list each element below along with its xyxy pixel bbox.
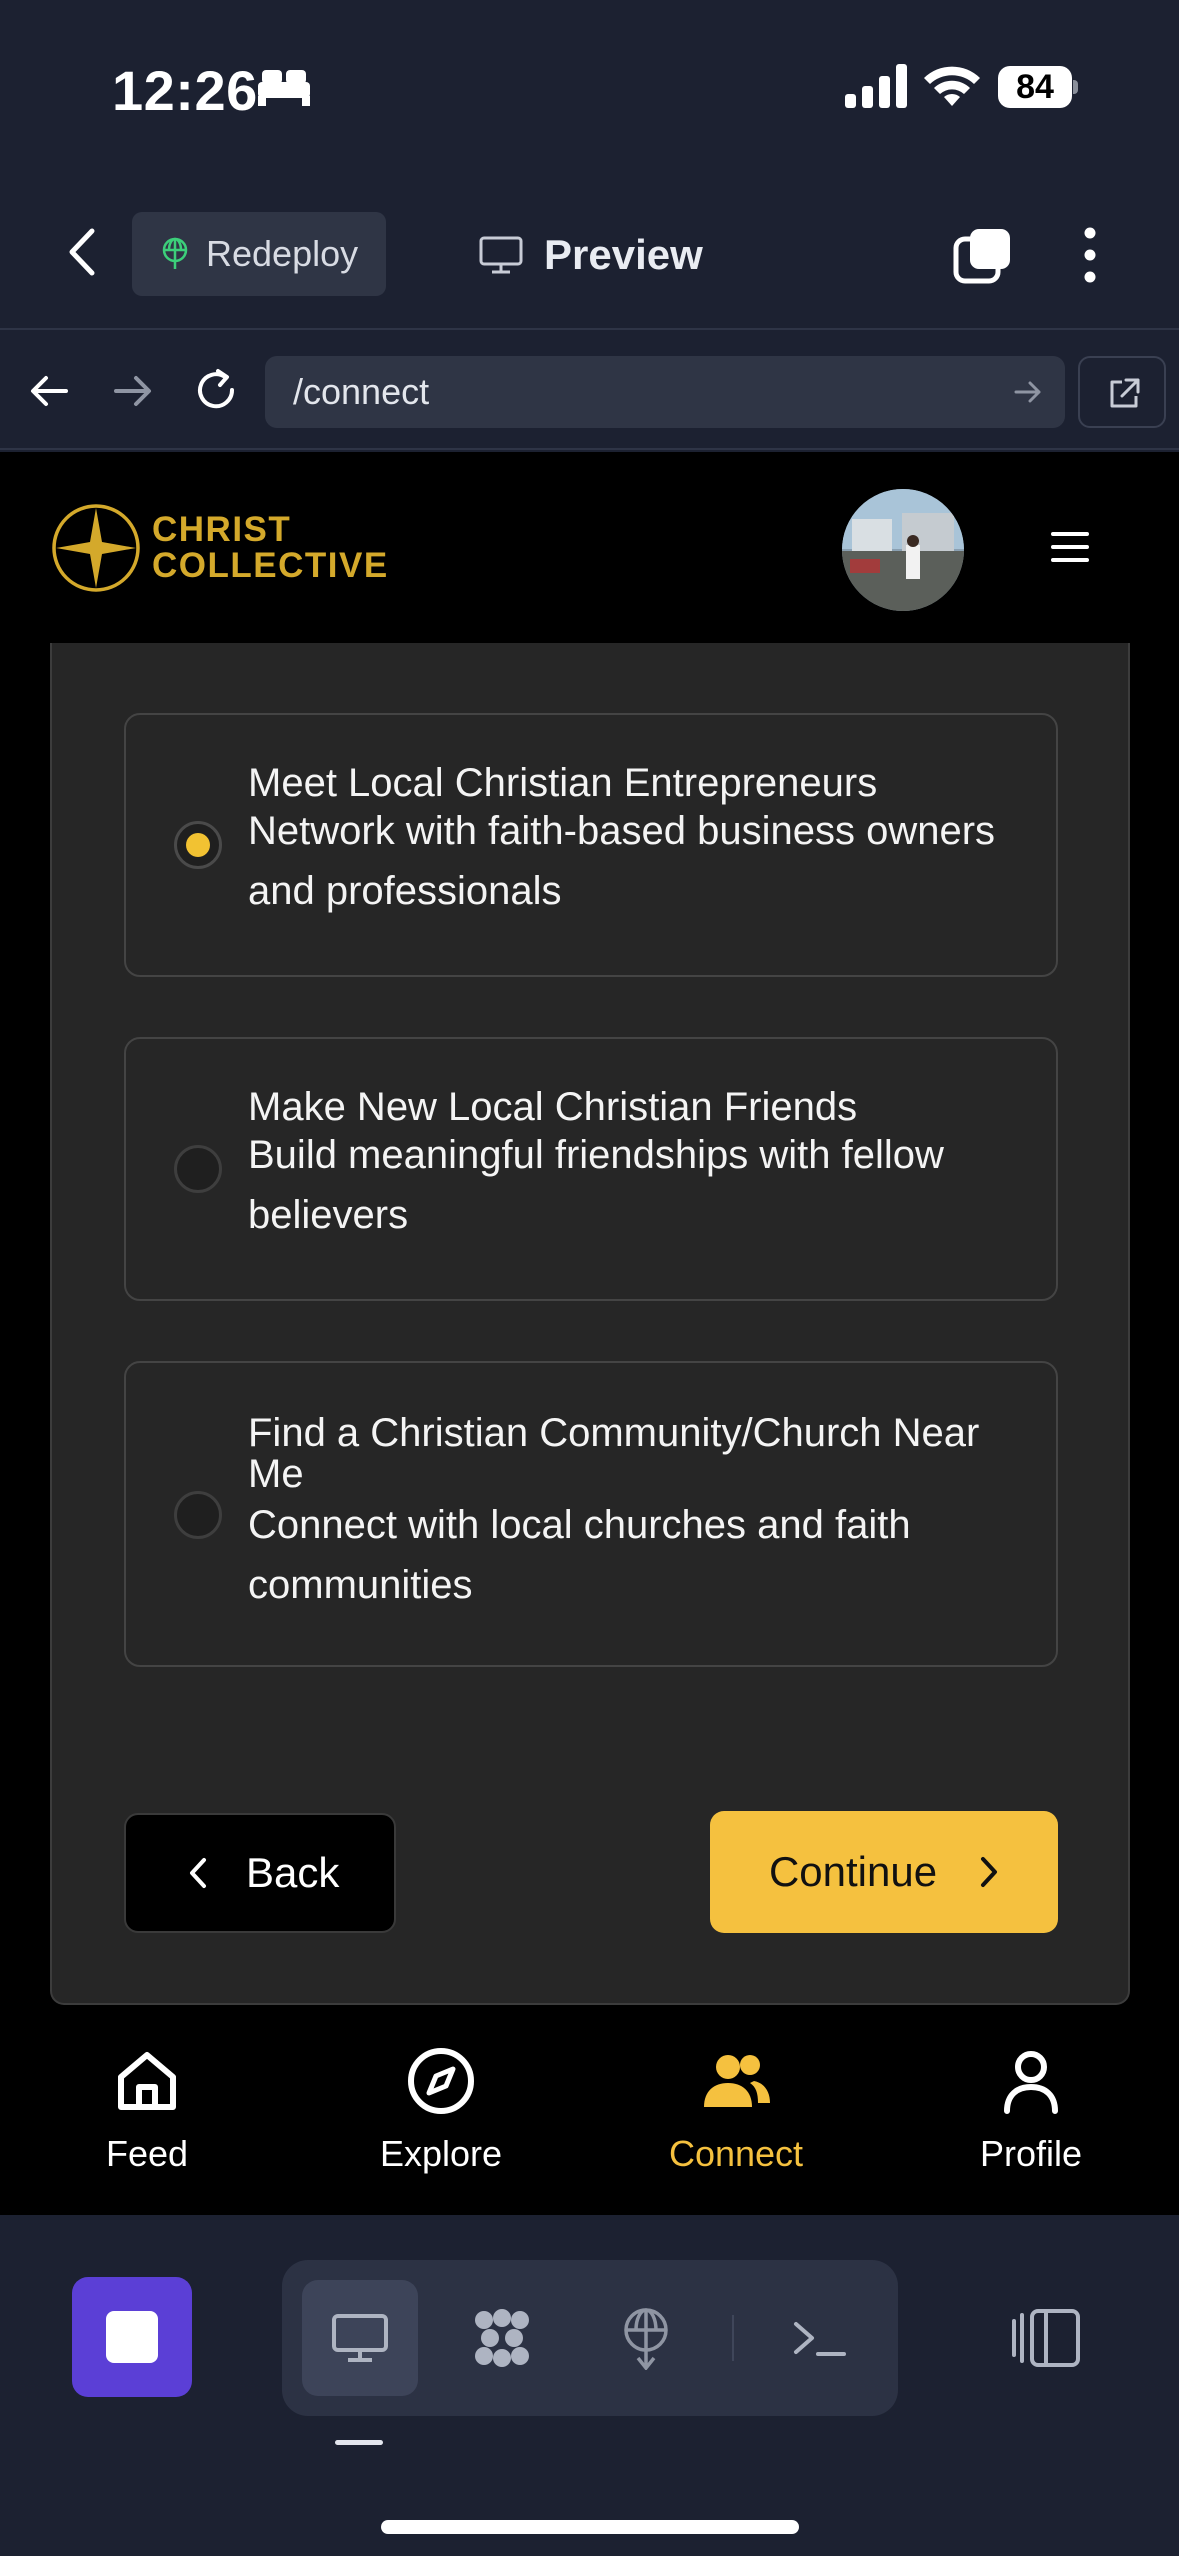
home-icon bbox=[118, 2052, 176, 2110]
app-header: CHRIST COLLECTIVE bbox=[0, 452, 1179, 645]
brand-line-1: CHRIST bbox=[152, 510, 292, 549]
user-icon bbox=[1004, 2051, 1058, 2114]
sleep-focus-icon bbox=[258, 70, 310, 106]
main-content: Meet Local Christian Entrepreneurs Netwo… bbox=[0, 643, 1179, 2025]
option-description: Network with faith-based business owners… bbox=[248, 809, 996, 913]
agent-view-button[interactable] bbox=[444, 2280, 560, 2396]
tabs-icon[interactable] bbox=[952, 225, 1014, 285]
chevron-left-icon bbox=[190, 1858, 206, 1888]
status-bar: 12:26 84 bbox=[0, 0, 1179, 175]
nav-connect[interactable]: Connect bbox=[616, 2045, 856, 2205]
console-view-button[interactable] bbox=[762, 2280, 878, 2396]
option-entrepreneurs[interactable]: Meet Local Christian Entrepreneurs Netwo… bbox=[124, 713, 1058, 977]
compass-icon bbox=[408, 2048, 474, 2114]
nav-label: Feed bbox=[105, 2133, 189, 2174]
arrow-right-icon[interactable] bbox=[108, 366, 158, 416]
active-view-indicator bbox=[335, 2440, 383, 2445]
monitor-icon bbox=[332, 2314, 388, 2362]
option-friends[interactable]: Make New Local Christian Friends Build m… bbox=[124, 1037, 1058, 1301]
preview-label: Preview bbox=[544, 231, 703, 278]
continue-button[interactable]: Continue bbox=[710, 1811, 1058, 1933]
url-input[interactable]: /connect bbox=[265, 356, 1065, 428]
wifi-icon bbox=[924, 66, 980, 106]
stop-button[interactable] bbox=[72, 2277, 192, 2397]
agent-icon bbox=[475, 2309, 529, 2367]
more-options-icon[interactable] bbox=[1076, 225, 1104, 285]
deploy-icon bbox=[624, 2308, 668, 2370]
radio-button-selected[interactable] bbox=[174, 821, 222, 869]
reload-icon[interactable] bbox=[192, 366, 242, 416]
redeploy-button[interactable]: Redeploy bbox=[132, 212, 386, 296]
terminal-icon bbox=[794, 2322, 846, 2356]
option-church[interactable]: Find a Christian Community/Church Near M… bbox=[124, 1361, 1058, 1667]
option-title: Find a Christian Community/Church Near M… bbox=[248, 1411, 980, 1496]
battery-level: 84 bbox=[998, 66, 1072, 108]
nav-label: Explore bbox=[379, 2133, 503, 2174]
open-external-button[interactable] bbox=[1078, 356, 1166, 428]
option-title: Meet Local Christian Entrepreneurs bbox=[248, 761, 878, 805]
continue-label: Continue bbox=[768, 1848, 938, 1895]
redeploy-label: Redeploy bbox=[206, 233, 359, 274]
preview-toolbar: Redeploy Preview bbox=[0, 175, 1179, 330]
panel-toggle-icon[interactable] bbox=[1010, 2307, 1082, 2369]
users-icon bbox=[704, 2055, 770, 2107]
brand-name[interactable]: CHRIST COLLECTIVE bbox=[152, 512, 389, 584]
url-path: /connect bbox=[293, 371, 430, 412]
monitor-icon bbox=[479, 236, 523, 274]
external-link-icon bbox=[1110, 378, 1140, 408]
nav-profile[interactable]: Profile bbox=[911, 2045, 1151, 2205]
menu-icon[interactable] bbox=[1050, 528, 1090, 566]
nav-label: Profile bbox=[979, 2133, 1083, 2174]
battery-indicator: 84 bbox=[998, 66, 1078, 108]
brand-line-2: COLLECTIVE bbox=[152, 546, 389, 585]
avatar[interactable] bbox=[842, 489, 964, 611]
status-time: 12:26 bbox=[112, 59, 258, 122]
chevron-left-icon[interactable] bbox=[62, 227, 102, 277]
radio-button[interactable] bbox=[174, 1491, 222, 1539]
star-logo-icon[interactable] bbox=[50, 502, 142, 594]
nav-label: Connect bbox=[668, 2133, 804, 2174]
preview-view-button[interactable] bbox=[302, 2280, 418, 2396]
arrow-left-icon[interactable] bbox=[24, 366, 74, 416]
option-title: Make New Local Christian Friends bbox=[248, 1085, 858, 1129]
workspace-toolbar bbox=[0, 2215, 1179, 2556]
radio-button[interactable] bbox=[174, 1145, 222, 1193]
nav-explore[interactable]: Explore bbox=[321, 2045, 561, 2205]
back-button[interactable]: Back bbox=[124, 1813, 396, 1933]
deploy-view-button[interactable] bbox=[588, 2280, 704, 2396]
deploy-icon bbox=[162, 237, 188, 269]
url-bar: /connect bbox=[0, 332, 1179, 450]
chevron-right-icon bbox=[981, 1857, 998, 1887]
home-indicator bbox=[381, 2520, 799, 2534]
view-switcher bbox=[282, 2260, 898, 2416]
connect-goals-card: Meet Local Christian Entrepreneurs Netwo… bbox=[50, 643, 1130, 2005]
option-description: Build meaningful friendships with fellow… bbox=[248, 1133, 944, 1237]
nav-feed[interactable]: Feed bbox=[27, 2045, 267, 2205]
back-label: Back bbox=[246, 1849, 340, 1896]
divider bbox=[732, 2315, 734, 2361]
preview-tab[interactable]: Preview bbox=[478, 225, 703, 285]
option-description: Connect with local churches and faith co… bbox=[248, 1503, 911, 1607]
bottom-nav: Feed Explore Connect Profile bbox=[0, 2025, 1179, 2215]
cellular-signal-icon bbox=[845, 64, 907, 108]
go-arrow-icon[interactable] bbox=[1013, 378, 1043, 406]
